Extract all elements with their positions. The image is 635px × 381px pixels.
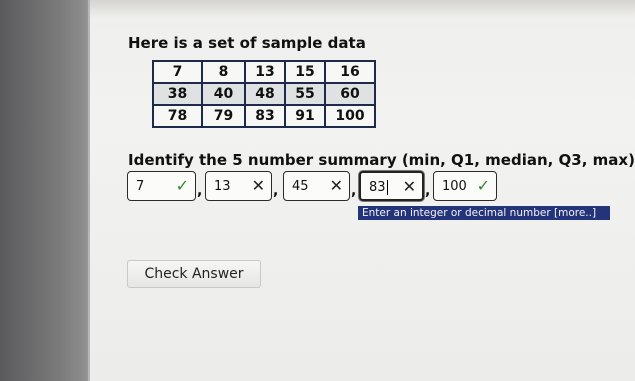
table-row: 78 79 83 91 100 — [152, 104, 376, 128]
answer-min-input[interactable]: 7 ✓ — [127, 171, 196, 201]
table-cell: 55 — [284, 82, 326, 106]
answer-value: 83 — [369, 180, 388, 195]
answer-value: 7 — [136, 179, 145, 194]
table-cell: 79 — [201, 104, 246, 128]
table-cell: 83 — [244, 104, 286, 128]
separator: , — [197, 183, 203, 199]
separator: , — [351, 183, 357, 199]
table-cell: 8 — [201, 60, 246, 84]
checkmark-icon: ✓ — [476, 176, 490, 195]
answer-median-input[interactable]: 45 ✕ — [283, 171, 350, 201]
question-text: Identify the 5 number summary (min, Q1, … — [128, 151, 635, 169]
answer-value: 45 — [292, 179, 309, 194]
table-cell: 16 — [324, 60, 376, 84]
table-cell: 40 — [201, 82, 246, 106]
answer-q1-input[interactable]: 13 ✕ — [205, 171, 272, 201]
cross-icon: ✕ — [402, 177, 416, 196]
sample-data-heading: Here is a set of sample data — [128, 34, 366, 52]
answer-value: 100 — [442, 179, 467, 194]
table-row: 38 40 48 55 60 — [152, 82, 376, 106]
answer-q3-input[interactable]: 83 ✕ — [359, 171, 424, 201]
table-cell: 100 — [324, 104, 376, 128]
answer-max-input[interactable]: 100 ✓ — [433, 171, 497, 201]
answer-value: 13 — [214, 179, 231, 194]
table-cell: 13 — [244, 60, 286, 84]
table-cell: 91 — [284, 104, 326, 128]
table-cell: 15 — [284, 60, 326, 84]
answer-row: 7 ✓ , 13 ✕ , 45 ✕ , 83 ✕ , 100 ✓ — [127, 171, 507, 203]
sample-data-table: 7 8 13 15 16 38 40 48 55 60 78 79 83 91 … — [152, 60, 376, 128]
separator: , — [425, 183, 431, 199]
table-cell: 78 — [152, 104, 203, 128]
table-cell: 60 — [324, 82, 376, 106]
separator: , — [273, 183, 279, 199]
input-hint-tooltip: Enter an integer or decimal number [more… — [358, 206, 610, 220]
table-cell: 48 — [244, 82, 286, 106]
table-cell: 38 — [152, 82, 203, 106]
check-answer-button[interactable]: Check Answer — [127, 260, 261, 288]
checkmark-icon: ✓ — [175, 176, 189, 195]
cross-icon: ✕ — [329, 176, 343, 195]
table-row: 7 8 13 15 16 — [152, 60, 376, 84]
cross-icon: ✕ — [251, 176, 265, 195]
table-cell: 7 — [152, 60, 203, 84]
